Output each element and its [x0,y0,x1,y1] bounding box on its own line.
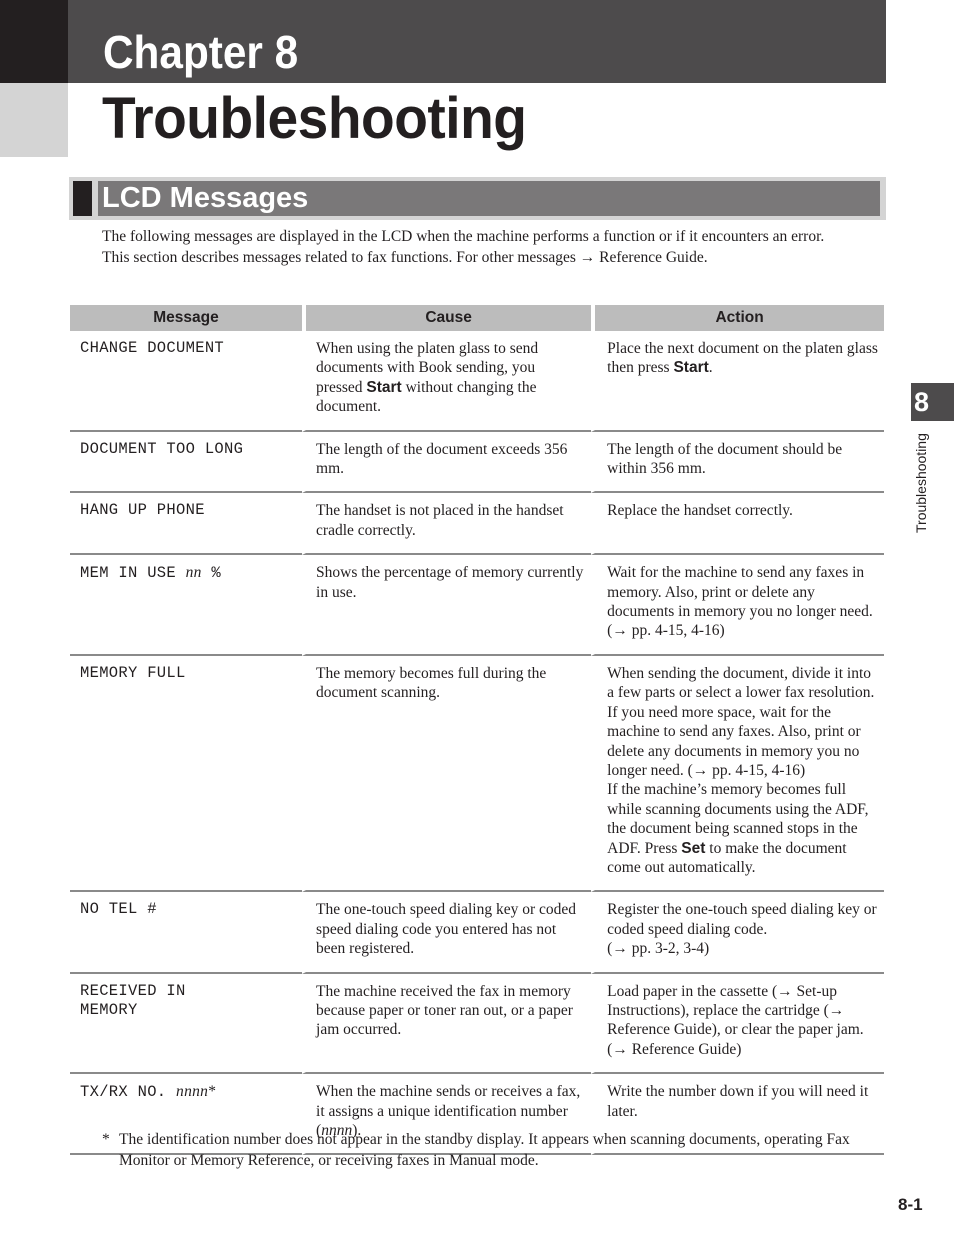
section-heading-bar: LCD Messages [69,177,886,220]
message-cell: NO TEL # [70,892,303,974]
message-cell: DOCUMENT TOO LONG [70,432,303,494]
table-row: MEM IN USE nn % Shows the percentage of … [70,555,884,656]
table-row: NO TEL # The one-touch speed dialing key… [70,892,884,974]
action-cell: Replace the handset correctly. [591,493,884,556]
page-number: 8-1 [898,1195,923,1214]
action-cell: Register the one-touch speed dialing key… [591,892,884,974]
action-text: If you need more space, wait for the mac… [607,703,861,779]
cause-cell: When using the platen glass to send docu… [302,331,592,432]
section-title: LCD Messages [102,182,309,214]
action-text: Register the one-touch speed dialing key… [607,901,877,938]
footnote-marker: * [102,1131,110,1148]
cause-cell: The length of the document exceeds 356 m… [302,431,592,494]
action-cell: When sending the document, divide it int… [591,655,884,893]
chapter-tab-number: 8 [914,387,930,417]
action-text: If the machine’s memory becomes full whi… [607,780,878,877]
message-cell: RECEIVED IN MEMORY [70,974,303,1075]
table-row: DOCUMENT TOO LONG The length of the docu… [70,431,884,494]
intro-paragraph: The following messages are displayed in … [102,228,825,245]
intro-text: The following messages are displayed in … [102,226,877,268]
message-cell: HANG UP PHONE [70,493,303,556]
chapter-tab-label: Troubleshooting [913,433,929,533]
set-key-label: Set [681,839,706,857]
cause-cell: The handset is not placed in the handset… [302,493,592,556]
footnote-text: The identification number does not appea… [119,1131,850,1169]
cause-cell: The machine received the fax in memory b… [302,973,592,1075]
message-cell: CHANGE DOCUMENT [70,331,303,432]
start-key-label: Start [366,378,402,396]
header-dark-block [0,0,68,83]
action-cell: Wait for the machine to send any faxes i… [591,555,884,656]
chapter-title: Troubleshooting [102,86,527,151]
footnote-marker: * [208,1083,217,1101]
cause-cell: The one-touch speed dialing key or coded… [302,892,592,974]
section-marker [73,181,92,216]
column-header-action: Action [591,305,884,331]
message-cell: MEMORY FULL [70,656,303,893]
table-row: MEMORY FULL The memory becomes full duri… [70,655,884,893]
start-key-label: Start [673,359,709,377]
action-text: Place the next document on the platen gl… [607,340,878,377]
chapter-label: Chapter 8 [103,26,299,78]
column-header-cause: Cause [302,305,592,331]
lcd-messages-table: Message Cause Action CHANGE DOCUMENT Whe… [70,305,884,1156]
message-variable: nnnn [176,1083,209,1101]
message-cell: MEM IN USE nn % [70,555,303,656]
table-row: HANG UP PHONE The handset is not placed … [70,493,884,556]
cause-cell: Shows the percentage of memory currently… [302,555,592,656]
message-text: MEM IN USE [80,564,186,583]
cause-cell: The memory becomes full during the docum… [302,655,592,893]
table-row: CHANGE DOCUMENT When using the platen gl… [70,331,884,432]
action-cell: The length of the document should be wit… [591,431,884,494]
message-text: TX/RX NO. [80,1083,177,1102]
chapter-tab: 8 [911,383,954,421]
action-cell: Place the next document on the platen gl… [591,331,884,432]
table-header-row: Message Cause Action [70,305,884,331]
action-text: When sending the document, divide it int… [607,664,875,702]
table-row: RECEIVED IN MEMORY The machine received … [70,973,884,1075]
page-reference: (→ pp. 3-2, 3-4) [607,940,710,958]
intro-paragraph: This section describes messages related … [102,249,708,266]
footnote: * The identification number does not app… [102,1129,862,1171]
message-variable: nn [185,564,202,582]
message-text: % [201,564,221,583]
header-light-block [0,83,68,157]
action-cell: Load paper in the cassette (→ Set-up Ins… [591,973,884,1075]
column-header-message: Message [70,305,303,331]
action-text: . [708,359,713,377]
